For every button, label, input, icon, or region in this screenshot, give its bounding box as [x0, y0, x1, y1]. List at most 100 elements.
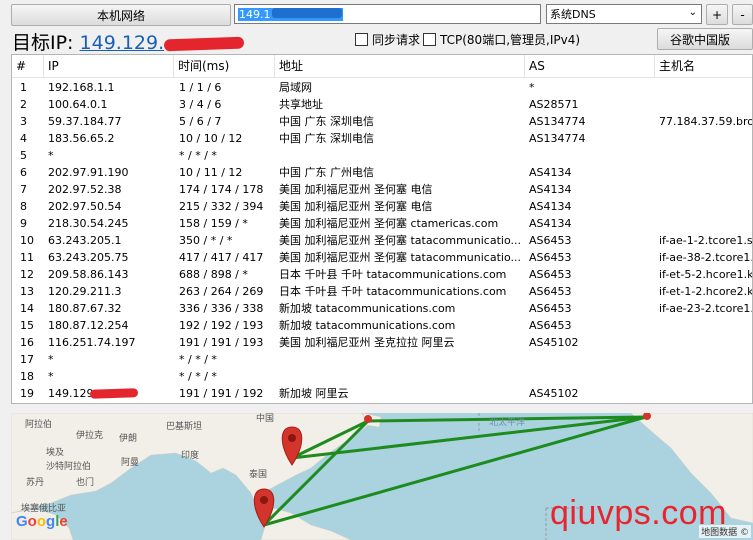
column-header-time[interactable]: 时间(ms) [174, 55, 275, 77]
cell-hostname [659, 317, 752, 334]
dns-select[interactable]: 系统DNS ⌄ [546, 4, 702, 24]
cell-as: AS6453 [529, 302, 572, 315]
cell-as: AS6453 [529, 268, 572, 281]
cell-time: 10 / 10 / 12 [179, 132, 243, 145]
cell-time: 215 / 332 / 394 [179, 200, 264, 213]
cell-time: 1 / 1 / 6 [179, 81, 222, 94]
table-row[interactable]: 11 63.243.205.75 417 / 417 / 417 美国 加利福尼亚州 … [12, 249, 752, 266]
table-row[interactable]: 12 209.58.86.143 688 / 898 / * 日本 千叶县 千叶 ta… [12, 266, 752, 283]
cell-index: 8 [20, 200, 27, 213]
table-row[interactable]: 1 192.168.1.1 1 / 1 / 6 局域网 * [12, 79, 752, 96]
table-row[interactable]: 17 * * / * / * [12, 351, 752, 368]
cell-ip: 63.243.205.75 [48, 251, 129, 264]
cell-hostname [659, 334, 752, 351]
cell-hostname [659, 215, 752, 232]
cell-ip: * [48, 370, 54, 383]
cell-ip: 120.29.211.3 [48, 285, 122, 298]
table-row[interactable]: 9 218.30.54.245 158 / 159 / * 美国 加利福尼亚州 圣何塞… [12, 215, 752, 232]
cell-as [529, 351, 655, 368]
cell-ip: 180.87.12.254 [48, 319, 129, 332]
cell-time: 336 / 336 / 338 [179, 302, 264, 315]
cell-hostname [659, 96, 752, 113]
cell-as [529, 147, 655, 164]
checkbox-label: 同步请求 [372, 33, 421, 47]
remove-button[interactable]: - [732, 4, 753, 25]
map-label-sudan: 苏丹 [26, 476, 44, 488]
table-row[interactable]: 15 180.87.12.254 192 / 192 / 193 新加坡 tataco… [12, 317, 752, 334]
checkbox-box[interactable] [423, 33, 436, 46]
cell-as: AS4134 [529, 200, 572, 213]
local-network-button[interactable]: 本机网络 [11, 4, 231, 26]
target-ip-input[interactable]: 149.1 [234, 4, 541, 24]
map-label-pakistan: 巴基斯坦 [166, 420, 202, 432]
table-row[interactable]: 14 180.87.67.32 336 / 336 / 338 新加坡 tatacom… [12, 300, 752, 317]
cell-hostname [659, 79, 752, 96]
table-row[interactable]: 4 183.56.65.2 10 / 10 / 12 中国 广东 深圳电信 AS1347… [12, 130, 752, 147]
table-row[interactable]: 2 100.64.0.1 3 / 4 / 6 共享地址 AS28571 [12, 96, 752, 113]
map-label-north-pacific: 北太平洋 [489, 416, 525, 428]
ip-input-selection: 149.1 [238, 7, 343, 21]
map-label-saudi: 沙特阿拉伯 [46, 460, 91, 472]
cell-as: AS6453 [529, 234, 572, 247]
cell-time: 191 / 191 / 192 [179, 387, 264, 400]
dns-select-value: 系统DNS [550, 8, 596, 21]
cell-address [279, 351, 520, 368]
map-label-iraq: 伊拉克 [76, 429, 103, 441]
table-row[interactable]: 19 149.129 191 / 191 / 192 新加坡 阿里云 AS45102 [12, 385, 752, 402]
table-row[interactable]: 8 202.97.50.54 215 / 332 / 394 美国 加利福尼亚州 圣何… [12, 198, 752, 215]
cell-ip: 100.64.0.1 [48, 98, 108, 111]
column-header-index[interactable]: # [12, 55, 44, 77]
redaction-mark [89, 388, 139, 399]
cell-address: 美国 加利福尼亚州 圣何塞 电信 [279, 183, 433, 196]
cell-address: 共享地址 [279, 98, 323, 111]
tcp-checkbox[interactable]: TCP(80端口,管理员,IPv4) [423, 31, 580, 48]
cell-address [279, 147, 520, 164]
cell-index: 19 [20, 387, 34, 400]
column-header-as[interactable]: AS [525, 55, 655, 77]
table-row[interactable]: 6 202.97.91.190 10 / 11 / 12 中国 广东 广州电信 AS41… [12, 164, 752, 181]
cell-ip: 202.97.52.38 [48, 183, 122, 196]
cell-address: 美国 加利福尼亚州 圣何塞 tatacommunicatio... [279, 251, 520, 264]
cell-index: 12 [20, 268, 34, 281]
chevron-down-icon: ⌄ [688, 7, 697, 18]
map-pin-japan[interactable] [364, 415, 372, 423]
table-row[interactable]: 5 * * / * / * [12, 147, 752, 164]
checkbox-box[interactable] [355, 33, 368, 46]
cell-time: 10 / 11 / 12 [179, 166, 243, 179]
cell-address: 日本 千叶县 千叶 tatacommunications.com [279, 268, 507, 281]
cell-index: 14 [20, 302, 34, 315]
cell-time: 192 / 192 / 193 [179, 319, 264, 332]
map-label-china: 中国 [256, 413, 274, 424]
cell-index: 4 [20, 132, 27, 145]
table-row[interactable]: 18 * * / * / * [12, 368, 752, 385]
cell-hostname [659, 385, 752, 402]
cell-hostname: if-ae-38-2.tcore1.sv [659, 251, 752, 264]
cell-hostname: if-ae-1-2.tcore1.sqn [659, 234, 753, 247]
cell-address [279, 368, 520, 385]
table-row[interactable]: 13 120.29.211.3 263 / 264 / 269 日本 千叶县 千叶 t… [12, 283, 752, 300]
cell-index: 17 [20, 353, 34, 366]
cell-as: AS45102 [529, 387, 579, 400]
google-map-button[interactable]: 谷歌中国版 [657, 28, 753, 50]
sync-request-checkbox[interactable]: 同步请求 [355, 31, 420, 48]
cell-index: 5 [20, 149, 27, 162]
add-button[interactable]: + [706, 4, 728, 25]
cell-hostname: if-ae-23-2.tcore1.sv [659, 302, 752, 315]
column-header-hostname[interactable]: 主机名 [655, 55, 752, 77]
cell-ip: 59.37.184.77 [48, 115, 122, 128]
cell-ip: 209.58.86.143 [48, 268, 129, 281]
checkbox-label: TCP(80端口,管理员,IPv4) [440, 33, 581, 47]
cell-hostname [659, 351, 752, 368]
cell-address: 美国 加利福尼亚州 圣克拉拉 阿里云 [279, 336, 455, 349]
column-header-address[interactable]: 地址 [275, 55, 525, 77]
table-row[interactable]: 10 63.243.205.1 350 / * / * 美国 加利福尼亚州 圣何塞 t… [12, 232, 752, 249]
column-header-ip[interactable]: IP [44, 55, 174, 77]
cell-address: 新加坡 tatacommunications.com [279, 302, 456, 315]
table-row[interactable]: 16 116.251.74.197 191 / 191 / 193 美国 加利福尼亚州… [12, 334, 752, 351]
table-row[interactable]: 7 202.97.52.38 174 / 174 / 178 美国 加利福尼亚州 圣何… [12, 181, 752, 198]
target-ip-link[interactable]: 149.129. [80, 32, 165, 54]
cell-ip: 202.97.91.190 [48, 166, 129, 179]
redaction-mark [271, 7, 342, 18]
table-row[interactable]: 3 59.37.184.77 5 / 6 / 7 中国 广东 深圳电信 AS134774… [12, 113, 752, 130]
cell-index: 16 [20, 336, 34, 349]
